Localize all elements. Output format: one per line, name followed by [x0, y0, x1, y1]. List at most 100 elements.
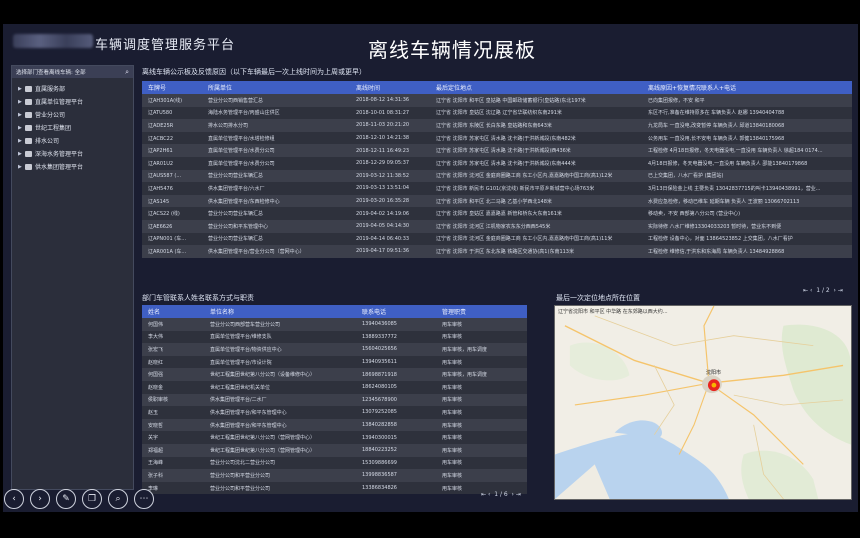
table-cell: 供水集团管理平台/二水厂 [204, 393, 356, 407]
table-row[interactable]: 赵晓金 世纪工程集团世纪机关单位 18624080105 用车审核 [142, 380, 527, 394]
expand-arrow-icon[interactable]: ▶ [18, 138, 25, 144]
table-cell: 用车审核 [436, 431, 527, 444]
table-row[interactable]: 王海峰 营业分公司沈北二营业分公司 15309886699 用车审核 [142, 456, 527, 470]
table-row[interactable]: 张子科 营业分公司和平营业分公司 13998836587 用车审核 [142, 469, 527, 482]
table-cell: 2019-04-17 09:51:36 [350, 245, 430, 258]
last-page-button[interactable]: ⇥ [838, 287, 843, 294]
search-icon[interactable]: ⌕ [125, 68, 129, 77]
table-cell: 供水集团管理平台/六水厂 [202, 182, 350, 195]
table-row[interactable]: 赵玉 供水集团管理平台/和平东管理中心 13079252085 用车审核 [142, 406, 527, 419]
table-cell: 世纪工程集团世纪第八分公司（设备维修中心） [204, 368, 356, 381]
expand-arrow-icon[interactable]: ▶ [18, 86, 25, 92]
table-cell: 安晓哲 [142, 418, 204, 432]
table-row[interactable]: 辽AUS587 (... 营业分公司营业车辆汇总 2019-03-12 11:38:… [142, 169, 852, 183]
table-cell: 王海峰 [142, 456, 204, 470]
app-screen: 车辆调度管理服务平台 离线车辆情况展板 选择部门查看离线车辆: 全部 ⌕ ▶ 直属… [3, 24, 858, 512]
table-cell: 辽宁省 沈阳市 新民市 G101(京沈线) 新民市平原乡新城营中心场763米 [430, 182, 642, 195]
tree-item[interactable]: ▶ 直属单位管理平台 [12, 95, 133, 108]
folder-icon [25, 85, 32, 92]
table-row[interactable]: 辽ACBC22 直属单位管理平台/水塔检修组 2018-12-10 14:21:38… [142, 131, 852, 145]
table-row[interactable]: 辽ACS22 (线) 营业分公司营业车辆汇总 2019-04-02 14:19:06… [142, 207, 852, 220]
pen-button[interactable]: ✎ [56, 489, 76, 509]
table-cell: 辽宁省 沈阳市 和平区 北二马路 乙基小学西北148米 [430, 194, 642, 208]
folder-icon [25, 98, 32, 105]
expand-arrow-icon[interactable]: ▶ [18, 151, 25, 157]
table-row[interactable]: 辽ATU580 海陆水务管理平台/丙盛山庄供区 2018-10-01 08:31:2… [142, 106, 852, 120]
tree-item[interactable]: ▶ 世纪工程集团 [12, 121, 133, 134]
table-row[interactable]: 李琳 营业分公司和平营业分公司 13386834826 用车审核 [142, 481, 527, 495]
table-cell: 15309886699 [356, 456, 436, 470]
table-cell: 用车审核 [436, 406, 527, 419]
table-row[interactable]: 辽AR001A (车... 供水集团管理平台/营业分公司（营网中心） 2019-04… [142, 245, 852, 258]
current-page: 1 [494, 491, 499, 498]
folder-icon [25, 163, 32, 170]
table-row[interactable]: 辽AH301A(线) 营业分公司西销售营汇总 2018-08-12 14:31:36… [142, 94, 852, 107]
table-row[interactable]: 辽ADE25R 排水公司排水分司 2018-11-03 20:21:20 辽宁省 沈阳… [142, 119, 852, 132]
table-row[interactable]: 张宏飞 直属单位管理平台/物资供应中心 15604025656 用车审核，用车调度 [142, 343, 527, 356]
expand-arrow-icon[interactable]: ▶ [18, 125, 25, 131]
tree-item[interactable]: ▶ 供水集团管理平台 [12, 160, 133, 173]
tree-item[interactable]: ▶ 排水公司 [12, 134, 133, 147]
next-page-button[interactable]: › [512, 491, 514, 498]
table-row[interactable]: 赵晓红 直属单位管理平台/市设计院 13940935611 用车审核 [142, 355, 527, 369]
table-row[interactable]: 辽APN001 (车... 营业分公司营业车辆汇总 2019-04-14 06:40… [142, 232, 852, 246]
logo [13, 34, 93, 48]
table-cell: 2019-04-14 06:40:33 [350, 232, 430, 246]
expand-arrow-icon[interactable]: ▶ [18, 164, 25, 170]
first-page-button[interactable]: ⇤ [803, 287, 808, 294]
table-cell: 用车审核，用车调度 [436, 368, 527, 381]
table-row[interactable]: 辽AS145 供水集团管理平台/东西检修中心 2019-03-20 16:35:28… [142, 194, 852, 208]
forward-button[interactable]: › [30, 489, 50, 509]
map-section-title: 最后一次定位地点所在位置 [556, 294, 640, 302]
table-row[interactable]: 辽AE6626 营业分公司和平东管理中心 2019-04-05 04:14:30 辽宁… [142, 219, 852, 233]
table-row[interactable]: 辽AR01U2 直属单位管理平台/水费分公司 2018-12-29 09:05:37… [142, 156, 852, 170]
next-page-button[interactable]: › [834, 287, 836, 294]
table-row[interactable]: 侯职审核 供水集团管理平台/二水厂 12345678900 用车审核 [142, 393, 527, 407]
table-cell: 辽宁省 沈阳市 苏家屯区 清水路 沈卡路(于洪新城段)东南444米 [430, 156, 642, 170]
zoom-button[interactable]: ⌕ [108, 489, 128, 509]
department-filter[interactable]: 选择部门查看离线车辆: 全部 ⌕ [12, 66, 133, 78]
prev-page-button[interactable]: ‹ [810, 287, 812, 294]
vehicle-column-header: 所属单位 [202, 81, 350, 94]
contacts-table: 姓名 单位名称 联系电话 管理职责 何国伟 营业分公司西部营车营业分公司 13940436… [142, 305, 527, 495]
back-button[interactable]: ‹ [4, 489, 24, 509]
more-button[interactable]: ⋯ [134, 489, 154, 509]
tree-item[interactable]: ▶ 营业分公司 [12, 108, 133, 121]
location-map[interactable]: 辽宁省沈阳市 和平区 中华路 在东郊路以西大约... 沈阳市 [554, 305, 852, 500]
table-row[interactable]: 何国伟 营业分公司西部营车营业分公司 13940436085 用车审核 [142, 318, 527, 331]
table-row[interactable]: 关宇 世纪工程集团世纪第八分公司（营网管理中心） 13940300015 用车审核 [142, 431, 527, 444]
table-cell: 辽宁省 沈阳市 苏家屯区 清水路 沈卡路(于洪新城段)东南482米 [430, 131, 642, 145]
table-cell: 用车审核 [436, 418, 527, 432]
table-cell: 辽宁省 沈阳市 沈河区 金庭商圈路工商 东工小区内,嘉嘉路南中国工商(高1)12… [430, 169, 642, 183]
table-row[interactable]: 安晓哲 供水集团管理平台/和平东管理中心 13840282858 用车审核 [142, 418, 527, 432]
table-cell: 供水集团管理平台/营业分公司（营网中心） [202, 245, 350, 258]
viewer-toolbar: ‹ › ✎ ❐ ⌕ ⋯ [4, 489, 154, 509]
tree-item[interactable]: ▶ 直属服务部 [12, 82, 133, 95]
table-cell: 公务用车 一直没用,长不安电 车辆负责人 郭健13840175968 [642, 131, 852, 145]
table-cell: 2018-12-29 09:05:37 [350, 156, 430, 170]
table-cell: 张宏飞 [142, 343, 204, 356]
vehicle-pager: ⇤ ‹ 1 / 2 › ⇥ [803, 287, 843, 294]
expand-arrow-icon[interactable]: ▶ [18, 99, 25, 105]
table-row[interactable]: 李大伟 直属单位管理平台/维修支队 13889337772 用车审核 [142, 330, 527, 344]
table-cell: 郑福超 [142, 443, 204, 457]
page-separator: / [821, 287, 824, 294]
table-cell: 2018-12-10 14:21:38 [350, 131, 430, 145]
vehicle-column-header: 离线时间 [350, 81, 430, 94]
prev-page-button[interactable]: ‹ [488, 491, 490, 498]
table-cell: 辽宁省 沈阳市 沈河区 江机物家农东东分西西545米 [430, 219, 642, 233]
table-cell: 辽宁省 沈阳市 皇姑区 沈辽路 辽宁省华联纺织东南291米 [430, 106, 642, 120]
table-cell: 辽ACS22 (线) [142, 207, 202, 220]
tree-item[interactable]: ▶ 深海水务管理平台 [12, 147, 133, 160]
table-cell: 直属单位管理平台/物资供应中心 [204, 343, 356, 356]
table-row[interactable]: 何国强 世纪工程集团世纪第八分公司（设备维修中心） 18698871918 用车审核，… [142, 368, 527, 381]
table-row[interactable]: 郑福超 世纪工程集团世纪第八分公司（营网管理中心） 18840223252 用车审核 [142, 443, 527, 457]
table-cell: 用车审核 [436, 355, 527, 369]
first-page-button[interactable]: ⇤ [481, 491, 486, 498]
last-page-button[interactable]: ⇥ [516, 491, 521, 498]
table-row[interactable]: 辽AP2H61 直属单位管理平台/水费分公司 2018-12-11 16:49:23… [142, 144, 852, 157]
map-address-label: 辽宁省沈阳市 和平区 中华路 在东郊路以西大约... [558, 309, 668, 315]
expand-arrow-icon[interactable]: ▶ [18, 112, 25, 118]
table-row[interactable]: 辽AH5476 供水集团管理平台/六水厂 2019-03-13 13:51:04 辽宁… [142, 182, 852, 195]
window-button[interactable]: ❐ [82, 489, 102, 509]
